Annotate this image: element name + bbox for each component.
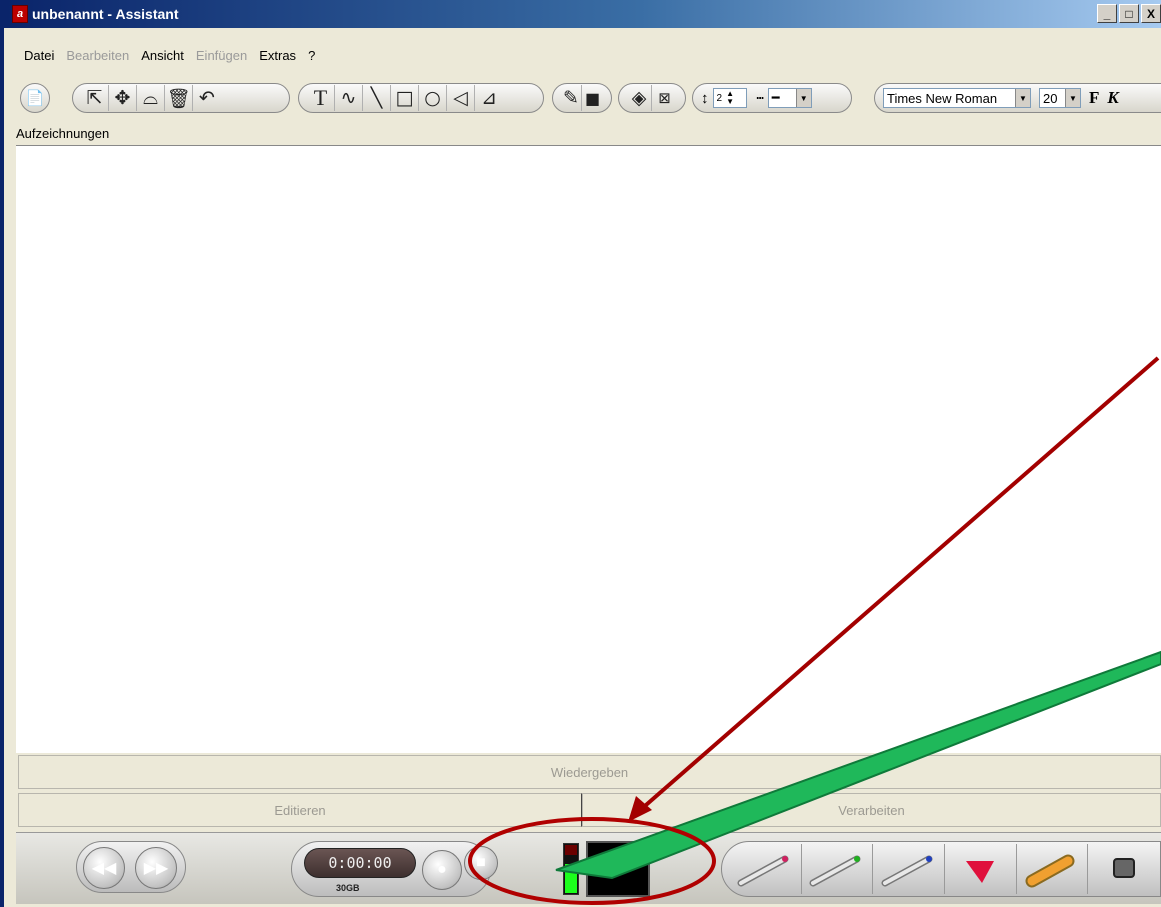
menu-bar: Datei Bearbeiten Ansicht Einfügen Extras… bbox=[4, 44, 321, 66]
fill-color-group: ◈ ⊠ bbox=[618, 83, 686, 113]
font-family-select[interactable]: Times New Roman ▼ bbox=[883, 88, 1031, 108]
red-pointer-icon bbox=[966, 861, 995, 883]
navigation-group: ◀◀ ▶▶ bbox=[76, 841, 186, 893]
tab-edit-label: Editieren bbox=[274, 802, 326, 818]
transport-bar: ◀◀ ▶▶ 0:00:00 30GB ● ■ bbox=[16, 832, 1161, 904]
tab-process-label: Verarbeiten bbox=[838, 802, 905, 818]
ellipse-icon[interactable]: ○ bbox=[419, 85, 447, 111]
line-style-select[interactable]: ━ ▼ bbox=[767, 88, 812, 108]
stop-icon: ■ bbox=[476, 854, 486, 871]
blue-pen-button[interactable] bbox=[873, 844, 946, 894]
red-pen-button[interactable] bbox=[730, 844, 802, 894]
move-icon[interactable]: ✥ bbox=[109, 85, 137, 111]
dash-style-icon: ┅ bbox=[756, 91, 764, 105]
menu-einfuegen[interactable]: Einfügen bbox=[190, 48, 253, 63]
new-document-button[interactable]: 📄 bbox=[20, 83, 50, 113]
recordings-canvas[interactable] bbox=[16, 145, 1161, 753]
disk-space-label: 30GB bbox=[336, 883, 360, 893]
italic-button[interactable]: K bbox=[1107, 88, 1118, 108]
highlighter-icon bbox=[1025, 854, 1075, 888]
stop-button[interactable]: ■ bbox=[464, 846, 498, 880]
tab-playback[interactable]: Wiedergeben bbox=[18, 755, 1161, 789]
app-window: a unbenannt - Assistant _ □ X Datei Bear… bbox=[0, 0, 1161, 907]
title-bar[interactable]: a unbenannt - Assistant _ □ X bbox=[4, 0, 1161, 28]
recordings-label: Aufzeichnungen bbox=[16, 126, 110, 141]
rewind-icon: ◀◀ bbox=[91, 860, 117, 877]
menu-extras[interactable]: Extras bbox=[253, 48, 302, 63]
rewind-button[interactable]: ◀◀ bbox=[83, 847, 125, 889]
line-width-icon: ↕ bbox=[701, 89, 709, 107]
maximize-button[interactable]: □ bbox=[1119, 4, 1139, 23]
fill-bucket-icon[interactable]: ◈ bbox=[627, 85, 653, 111]
record-button[interactable]: ● bbox=[422, 850, 462, 890]
line-width-stepper[interactable]: 2 ▲ ▼ bbox=[712, 88, 747, 108]
forward-icon: ▶▶ bbox=[143, 860, 169, 877]
tab-edit[interactable]: Editieren bbox=[18, 793, 582, 827]
screen-icon bbox=[1113, 858, 1136, 878]
record-icon: ● bbox=[437, 861, 447, 878]
pen-color-swatch[interactable]: ■ bbox=[582, 85, 603, 111]
chevron-down-icon: ▼ bbox=[1015, 89, 1030, 107]
time-display: 0:00:00 bbox=[304, 848, 416, 878]
pointer-button[interactable] bbox=[945, 844, 1017, 894]
trash-icon[interactable]: 🗑 bbox=[165, 85, 193, 111]
pen-tools-group bbox=[721, 841, 1161, 897]
close-button[interactable]: X bbox=[1141, 4, 1161, 23]
marker-button[interactable] bbox=[1017, 844, 1089, 894]
video-preview bbox=[586, 841, 650, 897]
record-control-group: 0:00:00 30GB ● ■ bbox=[291, 841, 498, 897]
minimize-button[interactable]: _ bbox=[1097, 4, 1117, 23]
menu-ansicht[interactable]: Ansicht bbox=[135, 48, 190, 63]
polyline-icon[interactable]: ⊿ bbox=[475, 85, 503, 111]
audio-level-meter bbox=[563, 843, 579, 895]
drawing-toolbar: 📄 ⇱ ✥ ⌓ 🗑 ↶ T ∿ ╲ □ ○ ◁ ⊿ ✎ ■ ◈ ⊠ ↕ 2 ▲ … bbox=[4, 78, 1161, 118]
undo-icon[interactable]: ↶ bbox=[193, 85, 221, 111]
font-size-select[interactable]: 20 ▼ bbox=[1039, 88, 1081, 108]
freehand-icon[interactable]: ∿ bbox=[335, 85, 363, 111]
font-family-value: Times New Roman bbox=[887, 90, 998, 106]
window-title: unbenannt - Assistant bbox=[32, 6, 179, 22]
pencil-icon[interactable]: ✎ bbox=[561, 85, 583, 111]
font-group: Times New Roman ▼ 20 ▼ F K bbox=[874, 83, 1161, 113]
blue-pen-icon bbox=[881, 855, 933, 887]
font-size-value: 20 bbox=[1043, 90, 1058, 106]
shape-tools-group: T ∿ ╲ □ ○ ◁ ⊿ bbox=[298, 83, 544, 113]
polygon-icon[interactable]: ◁ bbox=[447, 85, 475, 111]
line-style-sample: ━ bbox=[771, 90, 780, 105]
window-controls: _ □ X bbox=[1097, 4, 1161, 23]
rectangle-icon[interactable]: □ bbox=[391, 85, 419, 111]
red-pen-icon bbox=[737, 855, 789, 887]
eraser-icon[interactable]: ⌓ bbox=[137, 85, 165, 111]
app-icon: a bbox=[12, 5, 28, 23]
edit-tools-group: ⇱ ✥ ⌓ 🗑 ↶ bbox=[72, 83, 290, 113]
pen-color-group: ✎ ■ bbox=[552, 83, 612, 113]
forward-button[interactable]: ▶▶ bbox=[135, 847, 177, 889]
menu-bearbeiten[interactable]: Bearbeiten bbox=[60, 48, 135, 63]
menu-help[interactable]: ? bbox=[302, 48, 321, 63]
chevron-down-icon: ▼ bbox=[795, 89, 811, 107]
screen-button[interactable] bbox=[1088, 844, 1160, 894]
level-bar bbox=[565, 864, 577, 893]
bold-button[interactable]: F bbox=[1089, 88, 1099, 108]
text-tool-icon[interactable]: T bbox=[307, 85, 335, 111]
new-document-icon: 📄 bbox=[25, 90, 45, 107]
no-fill-swatch[interactable]: ⊠ bbox=[652, 85, 677, 111]
spin-arrows-icon: ▲ ▼ bbox=[726, 89, 735, 106]
chevron-down-icon: ▼ bbox=[1065, 89, 1080, 107]
green-pen-button[interactable] bbox=[802, 844, 874, 894]
line-style-group: ↕ 2 ▲ ▼ ┅ ━ ▼ bbox=[692, 83, 852, 113]
line-icon[interactable]: ╲ bbox=[363, 85, 391, 111]
level-peak-indicator bbox=[565, 845, 577, 855]
select-arrow-icon[interactable]: ⇱ bbox=[81, 85, 109, 111]
menu-datei[interactable]: Datei bbox=[18, 48, 60, 63]
tab-process[interactable]: Verarbeiten bbox=[582, 793, 1161, 827]
tab-playback-label: Wiedergeben bbox=[550, 764, 629, 780]
green-pen-icon bbox=[809, 855, 861, 887]
